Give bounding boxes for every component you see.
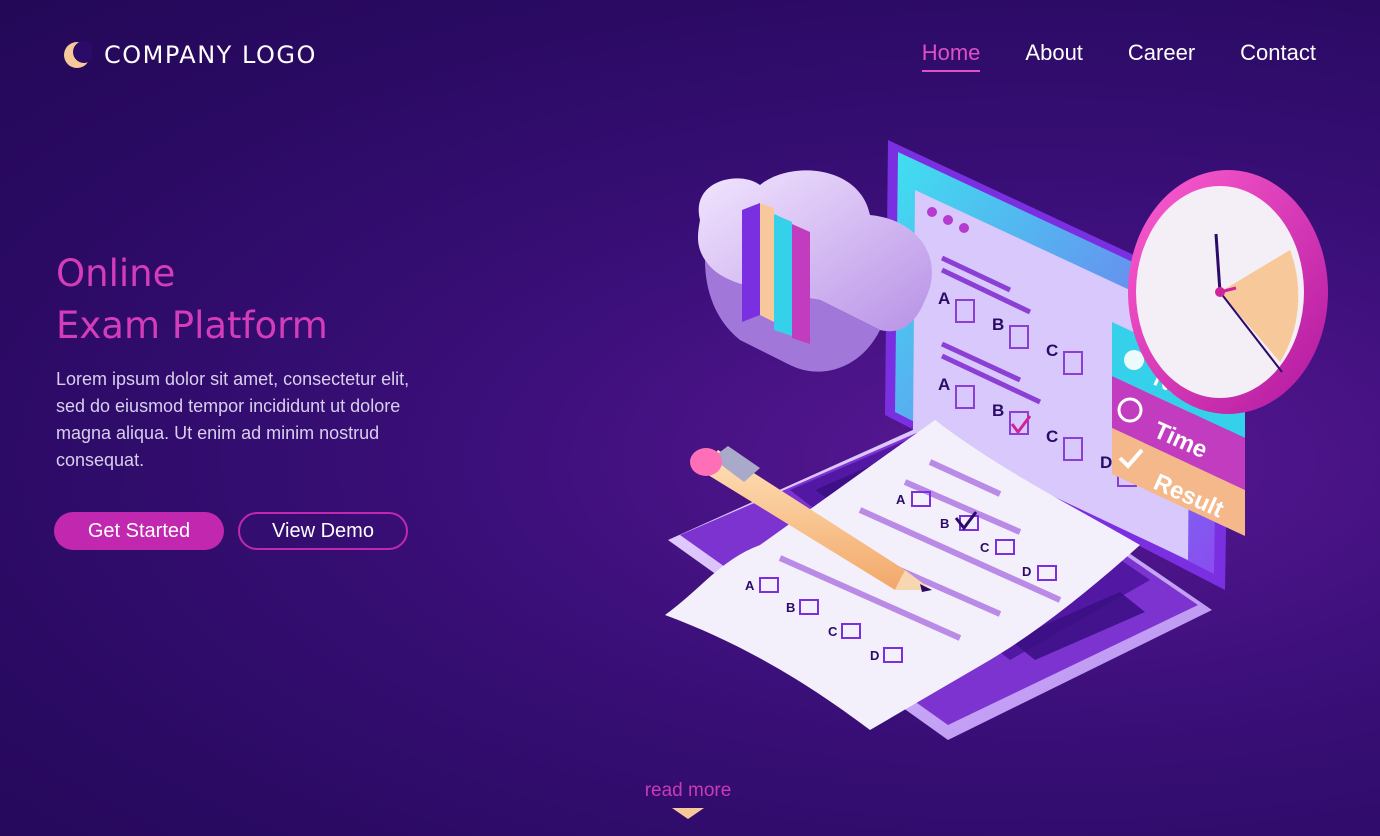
nav-contact[interactable]: Contact [1240,40,1316,72]
chevron-down-icon[interactable] [672,808,704,820]
svg-text:A: A [938,375,950,394]
logo-text: COMPANY LOGO [104,41,317,69]
nav-career[interactable]: Career [1128,40,1195,72]
svg-text:D: D [1100,453,1112,472]
nav-home[interactable]: Home [921,40,980,72]
svg-text:C: C [1046,427,1058,446]
company-logo[interactable]: COMPANY LOGO [62,40,317,70]
svg-text:A: A [938,289,950,308]
svg-text:A: A [745,578,755,593]
svg-text:B: B [786,600,795,615]
svg-text:C: C [828,624,838,639]
main-nav: Home About Career Contact [921,40,1316,72]
hero-description: Lorem ipsum dolor sit amet, consectetur … [56,369,410,470]
svg-text:D: D [870,648,879,663]
svg-text:C: C [1046,341,1058,360]
hero-title: Online Exam Platform [56,248,328,352]
header: COMPANY LOGO Home About Career Contact [0,0,1380,110]
exam-illustration: A B C A B C D Name Time Result [665,140,1328,740]
svg-text:A: A [896,492,906,507]
svg-text:C: C [980,540,990,555]
clock-icon [1128,170,1328,414]
hero-title-line1: Online [56,252,176,295]
hero-title-line2: Exam Platform [56,304,328,347]
svg-text:D: D [1022,564,1031,579]
svg-text:B: B [992,315,1004,334]
svg-text:B: B [940,516,949,531]
get-started-button[interactable]: Get Started [54,512,224,550]
user-icon [1124,350,1144,370]
svg-text:B: B [992,401,1004,420]
moon-logo-icon [64,41,92,68]
nav-about[interactable]: About [1025,40,1083,72]
view-demo-button[interactable]: View Demo [238,512,408,550]
read-more-link[interactable]: read more [640,780,736,802]
